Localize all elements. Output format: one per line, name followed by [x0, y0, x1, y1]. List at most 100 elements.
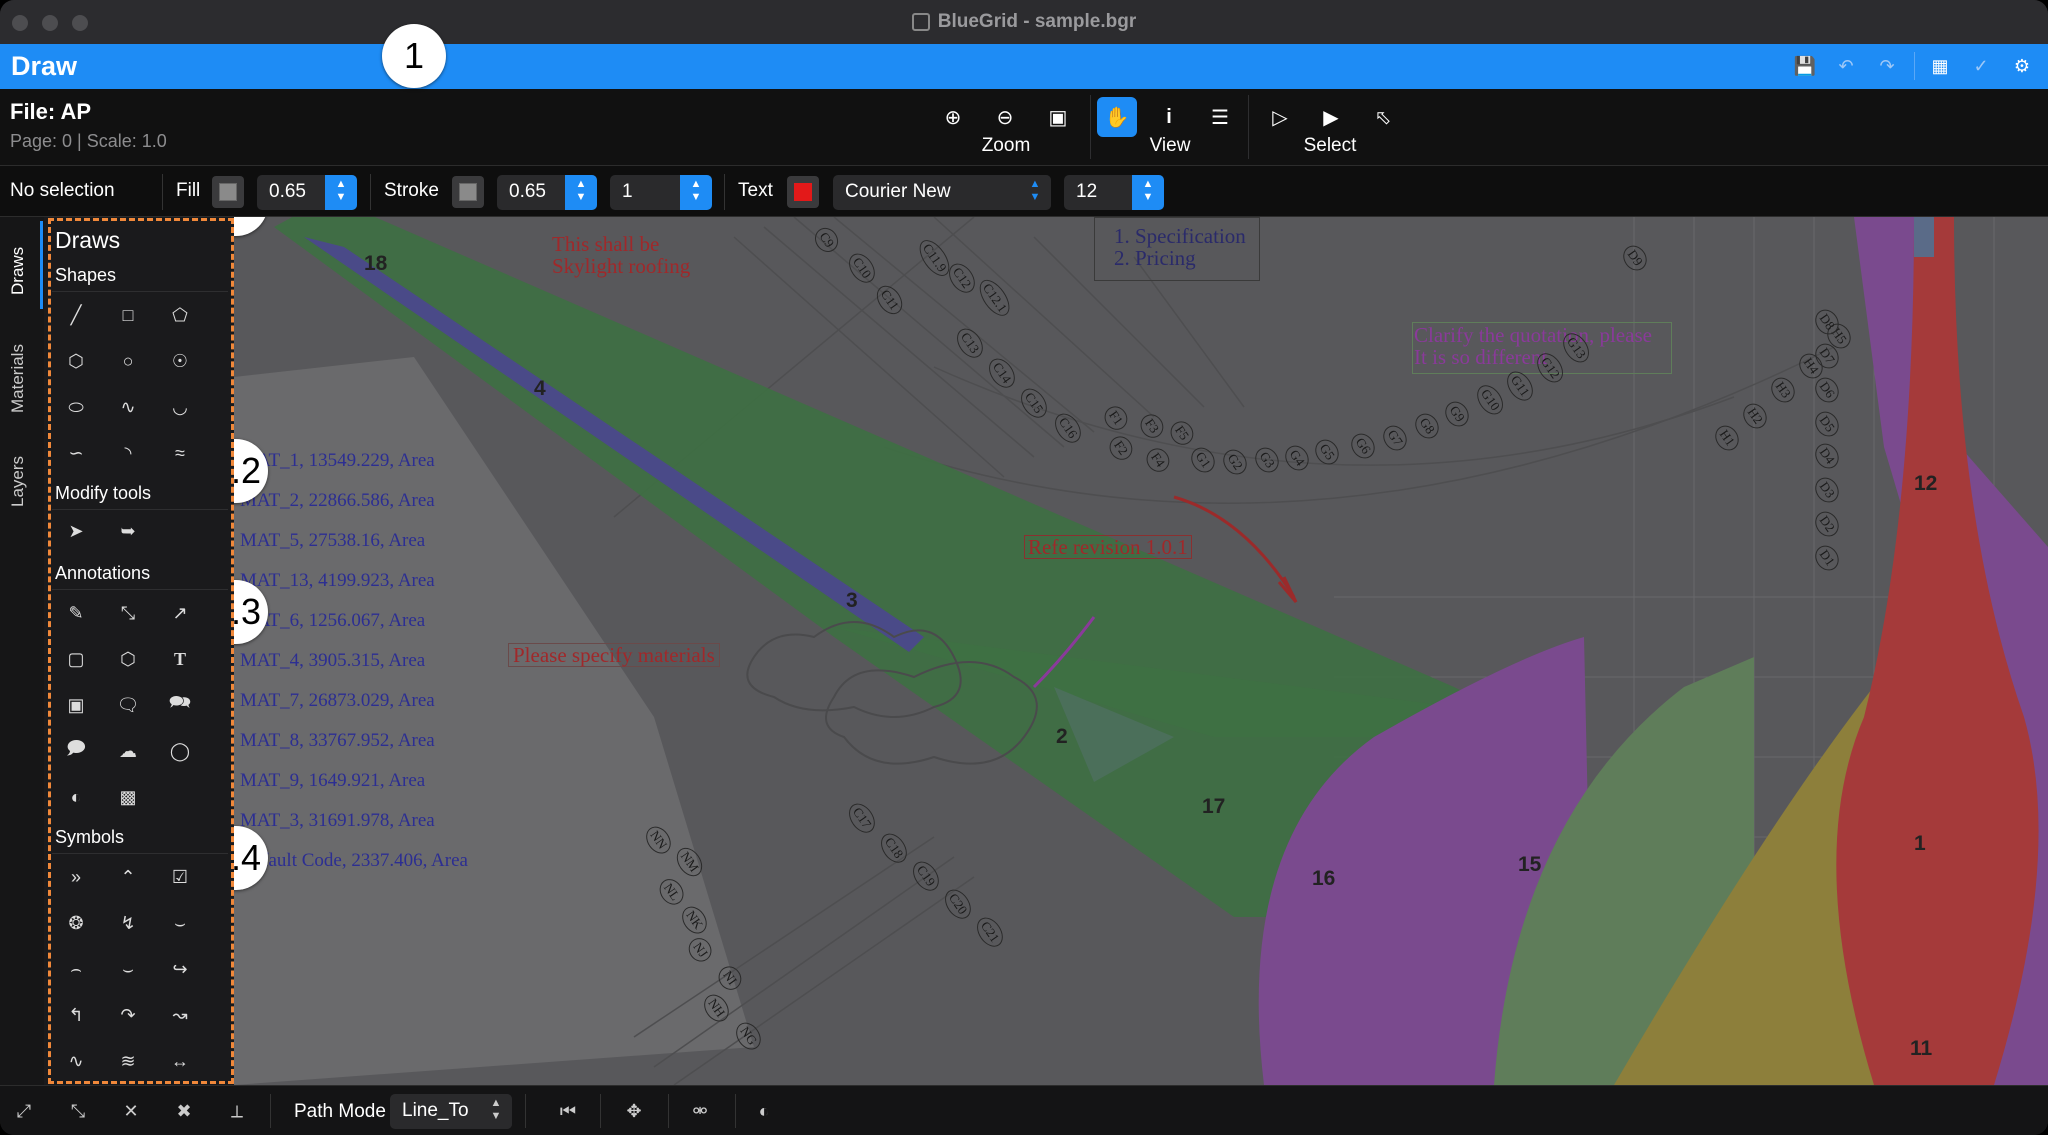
hook-up-icon[interactable]: ↰ [58, 997, 94, 1033]
smile-curve-icon[interactable]: ⌣ [162, 905, 198, 941]
zigzag-arrow-icon[interactable]: ↝ [162, 997, 198, 1033]
chevron-up-icon[interactable]: ⌃ [110, 859, 146, 895]
text-box-icon[interactable]: ▣ [58, 687, 94, 723]
material-legend-entry: MAT_7, 26873.029, Area [240, 690, 435, 711]
callout-cloud-icon[interactable]: ☁ [110, 733, 146, 769]
contrast-icon[interactable]: ◐ [746, 1093, 782, 1129]
connect-nodes-icon[interactable]: ⚮ [682, 1093, 718, 1129]
rectangle-tool-icon[interactable]: □ [110, 297, 146, 333]
arc-line-tool-icon[interactable]: ◝ [110, 435, 146, 471]
modify-select-icon[interactable]: ➤ [58, 513, 94, 549]
zoom-fit-icon[interactable]: ▣ [1038, 97, 1078, 137]
font-family-select[interactable]: Courier New ▲ ▼ [833, 175, 1051, 210]
zoom-window-button[interactable] [72, 15, 88, 31]
fill-opacity-spinner[interactable]: 0.65 ▲ ▼ [257, 175, 357, 210]
double-arrow-icon[interactable]: ↔ [162, 1043, 198, 1079]
skip-start-icon[interactable]: ⏮ [550, 1093, 586, 1129]
stroke-opacity-spinner[interactable]: 0.65 ▲ ▼ [497, 175, 597, 210]
spiral-icon[interactable]: ❂ [58, 905, 94, 941]
hook-icon[interactable]: ↪ [162, 951, 198, 987]
cloud-polygon-icon[interactable]: ⬡ [110, 641, 146, 677]
material-legend-entry: MAT_9, 1649.921, Area [240, 770, 426, 791]
move-nodes-icon[interactable]: ✥ [616, 1093, 652, 1129]
dimension-icon[interactable]: ⤡ [110, 595, 146, 631]
wave-tool-icon[interactable]: ≈ [162, 435, 198, 471]
chevron-updown-icon[interactable]: ▲ ▼ [480, 1094, 512, 1129]
draws-panel: Draws Shapes ╱ □ ⬠ ⬡ ○ ☉ ⬭ ∿ ◡ ∽ ◝ ≈ Mod… [44, 217, 234, 1085]
hexagon-tool-icon[interactable]: ⬡ [58, 343, 94, 379]
select-arrow-icon[interactable]: ▶ [1311, 97, 1351, 137]
spinner-arrows-icon[interactable]: ▲ ▼ [565, 175, 597, 210]
circle-tool-icon[interactable]: ○ [110, 343, 146, 379]
path-mode-select[interactable]: Line_To ▲ ▼ [390, 1094, 512, 1129]
skylight-note-text[interactable]: This shall be Skylight roofing [552, 233, 690, 277]
draw-line-icon[interactable]: ⤢ [6, 1093, 42, 1129]
wave-small-icon[interactable]: ≋ [110, 1043, 146, 1079]
settings-icon[interactable]: ⚙ [2002, 44, 2042, 89]
line-tool-icon[interactable]: ╱ [58, 297, 94, 333]
freehand-tool-icon[interactable]: ∽ [58, 435, 94, 471]
image-stamp-icon[interactable]: ▩ [110, 779, 146, 815]
materials-note[interactable]: Please specify materials [508, 643, 720, 667]
minimize-window-button[interactable] [42, 15, 58, 31]
perpendicular-icon[interactable]: ⟂ [219, 1093, 255, 1129]
callout-stamp-icon[interactable]: ◐ [58, 779, 94, 815]
app-bar-title: Draw [11, 51, 78, 81]
callout-text-icon[interactable]: 🗪 [162, 687, 198, 723]
arc-arrow-icon[interactable]: ↷ [110, 997, 146, 1033]
zoom-out-icon[interactable]: ⊖ [985, 97, 1025, 137]
check-icon[interactable]: ✓ [1961, 44, 2001, 89]
text-label: Text [738, 180, 773, 201]
spinner-arrows-icon[interactable]: ▲ ▼ [680, 175, 712, 210]
info-icon[interactable]: i [1149, 97, 1189, 137]
ellipse-tool-icon[interactable]: ⬭ [58, 389, 94, 425]
revision-note[interactable]: Refe revision 1.0.1 [1024, 535, 1192, 559]
arc-tool-icon[interactable]: ◡ [162, 389, 198, 425]
zoom-in-icon[interactable]: ⊕ [933, 97, 973, 137]
polygon-tool-icon[interactable]: ⬠ [162, 297, 198, 333]
stroke-color-swatch[interactable] [452, 176, 484, 208]
text-tool-icon[interactable]: T [162, 641, 198, 677]
fill-color-swatch[interactable] [212, 176, 244, 208]
select-box-icon[interactable]: ⬁ [1363, 97, 1403, 137]
grid-icon[interactable]: ▦ [1920, 44, 1960, 89]
double-chevron-icon[interactable]: » [58, 859, 94, 895]
pan-hand-icon[interactable]: ✋ [1097, 97, 1137, 137]
wave-line-icon[interactable]: ∿ [58, 1043, 94, 1079]
font-size-spinner[interactable]: 12 ▲ ▼ [1064, 175, 1164, 210]
intersect-icon[interactable]: ✕ [113, 1093, 149, 1129]
stroke-width-spinner[interactable]: 1 ▲ ▼ [610, 175, 712, 210]
circle-center-tool-icon[interactable]: ☉ [162, 343, 198, 379]
spinner-arrows-icon[interactable]: ▲ ▼ [325, 175, 357, 210]
valley-curve-icon[interactable]: ⌣ [110, 951, 146, 987]
spinner-arrows-icon[interactable]: ▲ ▼ [1132, 175, 1164, 210]
lightning-icon[interactable]: ↯ [110, 905, 146, 941]
tab-draws[interactable]: Draws [8, 247, 28, 295]
check-circle-icon[interactable]: ☑ [162, 859, 198, 895]
arch-curve-icon[interactable]: ⌢ [58, 951, 94, 987]
region-label: 15 [1518, 853, 1542, 876]
zoom-group-label: Zoom [981, 135, 1031, 156]
callout-left-icon[interactable]: 🗩 [58, 733, 94, 769]
callout-round-icon[interactable]: ◯ [162, 733, 198, 769]
curve-tool-icon[interactable]: ∿ [110, 389, 146, 425]
redo-icon[interactable]: ↷ [1867, 44, 1907, 89]
drawing-canvas[interactable]: 1. Specification 2. Pricing Clarify the … [234, 217, 2048, 1085]
tab-layers[interactable]: Layers [8, 456, 28, 507]
modify-node-icon[interactable]: ➥ [110, 513, 146, 549]
cloud-rect-icon[interactable]: ▢ [58, 641, 94, 677]
save-icon[interactable]: 💾 [1785, 44, 1825, 89]
tab-materials[interactable]: Materials [8, 344, 28, 413]
close-window-button[interactable] [12, 15, 28, 31]
region-label: 1 [1914, 832, 1926, 855]
cross-bar-icon[interactable]: ✖ [166, 1093, 202, 1129]
callout-icon[interactable]: 🗨 [110, 687, 146, 723]
chevron-updown-icon[interactable]: ▲ ▼ [1019, 175, 1051, 210]
draw-segment-icon[interactable]: ⤡ [60, 1093, 96, 1129]
text-color-swatch[interactable] [787, 176, 819, 208]
undo-icon[interactable]: ↶ [1826, 44, 1866, 89]
pencil-icon[interactable]: ✎ [58, 595, 94, 631]
select-outline-icon[interactable]: ▷ [1260, 97, 1300, 137]
arrow-icon[interactable]: ↗ [162, 595, 198, 631]
layers-icon[interactable]: ☰ [1200, 97, 1240, 137]
